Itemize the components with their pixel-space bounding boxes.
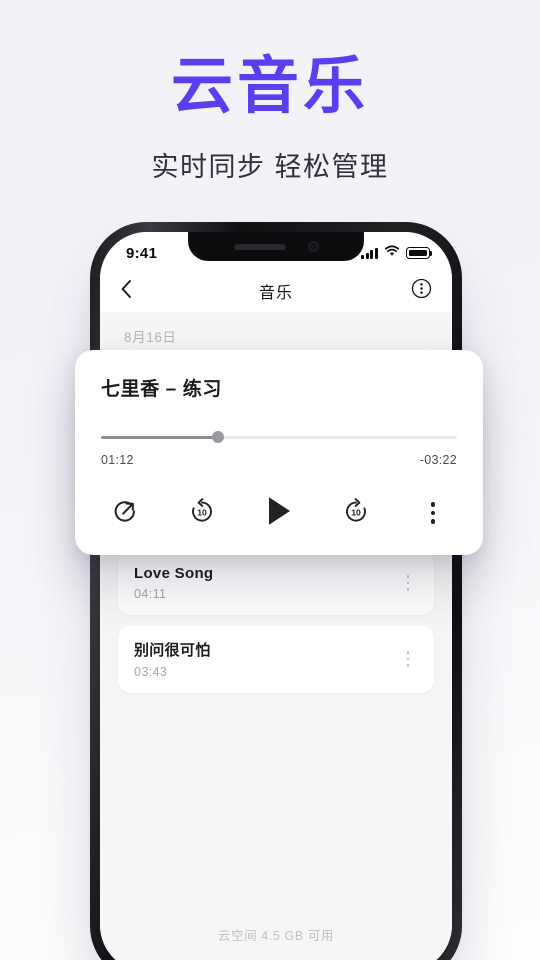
remaining-time: -03:22: [419, 453, 457, 467]
phone-mockup: 9:41 音乐 8月16日 Love Song 04:11 别问很可怕 03:4…: [90, 222, 462, 960]
status-indicators: [361, 244, 433, 262]
player-controls: 10 10: [101, 493, 457, 533]
time-row: 01:12 -03:22: [101, 453, 457, 467]
back-button[interactable]: [120, 279, 154, 304]
earpiece-speaker-icon: [233, 243, 286, 250]
svg-text:10: 10: [197, 507, 207, 517]
kebab-menu-icon[interactable]: [398, 651, 418, 667]
track-duration: 03:43: [134, 665, 168, 679]
rewind-10-button[interactable]: 10: [178, 493, 226, 533]
battery-full-icon: [406, 247, 433, 259]
nav-more-button[interactable]: [398, 278, 432, 304]
svg-text:10: 10: [351, 507, 361, 517]
forward-10-icon: 10: [341, 496, 371, 531]
chevron-left-icon: [120, 279, 133, 304]
hero-header: 云音乐 实时同步 轻松管理: [0, 0, 540, 184]
slider-fill: [101, 435, 219, 439]
track-info: 别问很可怕 03:43: [134, 639, 398, 679]
player-track-title: 七里香 – 练习: [101, 379, 222, 400]
player-card: 七里香 – 练习 01:12 -03:22 10 10: [75, 350, 483, 555]
rewind-10-icon: 10: [187, 496, 217, 531]
phone-screen: 9:41 音乐 8月16日 Love Song 04:11 别问很可怕 03:4…: [100, 232, 452, 960]
page-subtitle: 实时同步 轻松管理: [151, 152, 389, 183]
table-row[interactable]: 别问很可怕 03:43: [118, 626, 434, 693]
phone-frame: 9:41 音乐 8月16日 Love Song 04:11 别问很可怕 03:4…: [90, 222, 462, 960]
table-row[interactable]: Love Song 04:11: [118, 552, 434, 615]
wifi-icon: [384, 244, 400, 262]
play-icon: [263, 494, 295, 533]
cellular-bars-icon: [361, 247, 378, 259]
player-more-button[interactable]: [409, 493, 457, 533]
nav-title: 音乐: [258, 285, 293, 302]
front-camera-icon: [307, 241, 319, 252]
slider-thumb[interactable]: [212, 431, 225, 443]
forward-10-button[interactable]: 10: [332, 493, 380, 533]
circle-ellipsis-icon: [411, 278, 432, 304]
share-circle-icon: [110, 496, 140, 531]
track-title: 别问很可怕: [134, 642, 211, 659]
status-time: 9:41: [126, 244, 158, 262]
phone-notch: [188, 232, 364, 261]
track-info: Love Song 04:11: [134, 565, 398, 601]
track-duration: 04:11: [134, 587, 167, 601]
track-title: Love Song: [134, 565, 214, 582]
date-header-0: 8月16日: [124, 330, 177, 345]
nav-bar: 音乐: [100, 270, 452, 312]
kebab-menu-icon[interactable]: [398, 575, 418, 591]
play-button[interactable]: [255, 493, 303, 533]
elapsed-time: 01:12: [101, 453, 134, 467]
page-title: 云音乐: [170, 52, 369, 121]
share-button[interactable]: [101, 493, 149, 533]
cloud-storage-note: 云空间 4.5 GB 可用: [217, 929, 335, 943]
progress-slider[interactable]: [101, 431, 457, 443]
